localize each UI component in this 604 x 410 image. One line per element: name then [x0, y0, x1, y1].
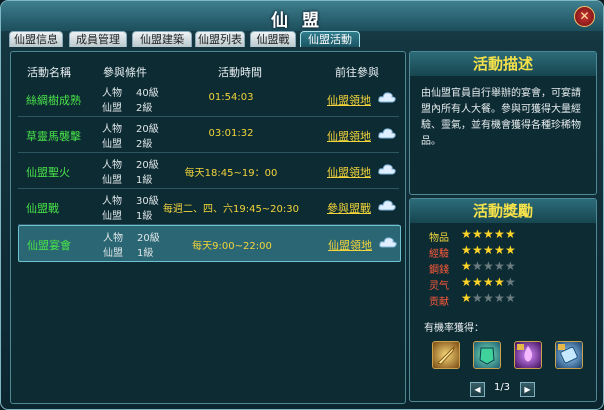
header-requirements: 參與條件 [103, 66, 147, 79]
star-icon: ★ [494, 259, 505, 273]
req-label: 人物 [102, 88, 122, 99]
description-box: 活動描述 由仙盟官員自行舉辦的宴會，可宴請盟內所有人大餐。參與可獲得大量經驗、靈… [409, 51, 597, 195]
cloud-icon[interactable] [379, 236, 397, 248]
right-panel: 活動描述 由仙盟官員自行舉辦的宴會，可宴請盟內所有人大餐。參與可獲得大量經驗、靈… [409, 51, 597, 402]
star-icon: ★ [472, 243, 483, 257]
header-activity-name: 活動名稱 [27, 66, 71, 79]
table-row[interactable]: 絲綢樹成熟 人物 40級 仙盟 2級 01:54:03 仙盟領地 [18, 81, 399, 117]
req-label: 仙盟 [102, 103, 122, 114]
purple-flame-lock-icon[interactable] [514, 341, 542, 369]
star-icon: ★ [472, 259, 483, 273]
cloud-icon[interactable] [378, 199, 396, 211]
star-icon: ★ [472, 275, 483, 289]
tab-alliance-info[interactable]: 仙盟信息 [9, 31, 63, 47]
description-text: 由仙盟官員自行舉辦的宴會，可宴請盟內所有人大餐。參與可獲得大量經驗、靈氣，並有機… [421, 88, 581, 147]
title-bar: 仙盟 ✕ [1, 1, 603, 31]
star-icon: ★ [472, 227, 483, 241]
tab-alliance-activities[interactable]: 仙盟活動 [300, 31, 360, 47]
star-icon: ★ [483, 291, 494, 305]
star-icon: ★ [505, 227, 516, 241]
rewards-box: 活動獎勵 物品 ★ ★ ★ ★ ★ 經驗 ★ ★ ★ ★ ★ 鋼錢 ★ ★ ★ … [409, 198, 597, 402]
star-icon: ★ [494, 275, 505, 289]
activity-name: 仙盟戰 [26, 202, 59, 215]
close-button[interactable]: ✕ [574, 6, 595, 27]
star-icon: ★ [483, 227, 494, 241]
next-page-button[interactable]: ▶ [520, 382, 535, 397]
goto-link[interactable]: 參與盟戰 [327, 200, 371, 216]
star-icon: ★ [461, 227, 472, 241]
goto-link[interactable]: 仙盟領地 [327, 128, 371, 144]
cloud-icon[interactable] [378, 91, 396, 103]
cloud-icon[interactable] [378, 163, 396, 175]
golden-sword-icon[interactable] [432, 341, 460, 369]
goto-link[interactable]: 仙盟領地 [327, 164, 371, 180]
window-title: 仙盟 [271, 11, 333, 31]
tab-alliance-war[interactable]: 仙盟戰 [250, 31, 296, 47]
alliance-window: 仙盟 ✕ 仙盟信息 成員管理 仙盟建築 仙盟列表 仙盟戰 仙盟活動 活動名稱 參… [0, 0, 604, 410]
activity-table: 活動名稱 參與條件 活動時間 前往參與 絲綢樹成熟 人物 40級 仙盟 2級 0… [10, 51, 406, 404]
activity-time: 每天18:45~19：00 [184, 168, 278, 179]
star-icon: ★ [505, 243, 516, 257]
activity-time: 每週二、四、六19:45~20:30 [162, 204, 299, 215]
star-icon: ★ [494, 243, 505, 257]
activity-name: 仙盟宴會 [27, 239, 71, 252]
req-label: 仙盟 [102, 139, 122, 150]
table-row[interactable]: 仙盟宴會 人物 20級 仙盟 1級 每天9:00~22:00 仙盟領地 [18, 225, 401, 262]
reward-label: 贡献 [429, 297, 449, 308]
header-go-participate: 前往參與 [335, 66, 379, 79]
table-row[interactable]: 仙盟戰 人物 30級 仙盟 1級 每週二、四、六19:45~20:30 參與盟戰 [18, 189, 399, 225]
header-activity-time: 活動時間 [218, 66, 262, 79]
star-icon: ★ [494, 291, 505, 305]
rewards-title: 活動獎勵 [410, 199, 596, 223]
activity-name: 仙盟聖火 [26, 166, 70, 179]
star-icon: ★ [483, 243, 494, 257]
star-icon: ★ [461, 275, 472, 289]
star-icon: ★ [461, 243, 472, 257]
page-number: 1/3 [493, 382, 511, 393]
tab-alliance-buildings[interactable]: 仙盟建築 [132, 31, 192, 47]
star-icon: ★ [505, 291, 516, 305]
reward-label: 鋼錢 [429, 265, 449, 276]
req-label: 仙盟 [102, 211, 122, 222]
req-label: 仙盟 [103, 248, 123, 259]
star-icon: ★ [483, 259, 494, 273]
reward-label: 經驗 [429, 249, 449, 260]
star-icon: ★ [505, 275, 516, 289]
star-icon: ★ [472, 291, 483, 305]
req-label: 人物 [102, 160, 122, 171]
tab-member-management[interactable]: 成員管理 [69, 31, 127, 47]
blue-scroll-lock-icon[interactable] [555, 341, 583, 369]
star-icon: ★ [494, 227, 505, 241]
goto-link[interactable]: 仙盟領地 [327, 92, 371, 108]
jade-armor-icon[interactable] [473, 341, 501, 369]
activity-time: 03:01:32 [208, 128, 254, 139]
reward-label: 灵气 [429, 281, 449, 292]
star-icon: ★ [505, 259, 516, 273]
prev-page-button[interactable]: ◀ [470, 382, 485, 397]
table-row[interactable]: 草靈馬襲擊 人物 20級 仙盟 2級 03:01:32 仙盟領地 [18, 117, 399, 153]
table-row[interactable]: 仙盟聖火 人物 20級 仙盟 1級 每天18:45~19：00 仙盟領地 [18, 153, 399, 189]
tab-alliance-list[interactable]: 仙盟列表 [195, 31, 245, 47]
goto-link[interactable]: 仙盟領地 [328, 237, 372, 253]
star-icon: ★ [461, 259, 472, 273]
cloud-icon[interactable] [378, 127, 396, 139]
req-label: 人物 [102, 124, 122, 135]
star-icon: ★ [483, 275, 494, 289]
probable-reward-label: 有機率獲得： [424, 323, 484, 334]
reward-label: 物品 [429, 233, 449, 244]
req-label: 人物 [103, 233, 123, 244]
star-icon: ★ [461, 291, 472, 305]
activity-name: 草靈馬襲擊 [26, 130, 81, 143]
activity-name: 絲綢樹成熟 [26, 94, 81, 107]
activity-time: 01:54:03 [208, 92, 254, 103]
req-label: 仙盟 [102, 175, 122, 186]
req-label: 人物 [102, 196, 122, 207]
activity-time: 每天9:00~22:00 [192, 241, 272, 252]
description-title: 活動描述 [410, 52, 596, 76]
